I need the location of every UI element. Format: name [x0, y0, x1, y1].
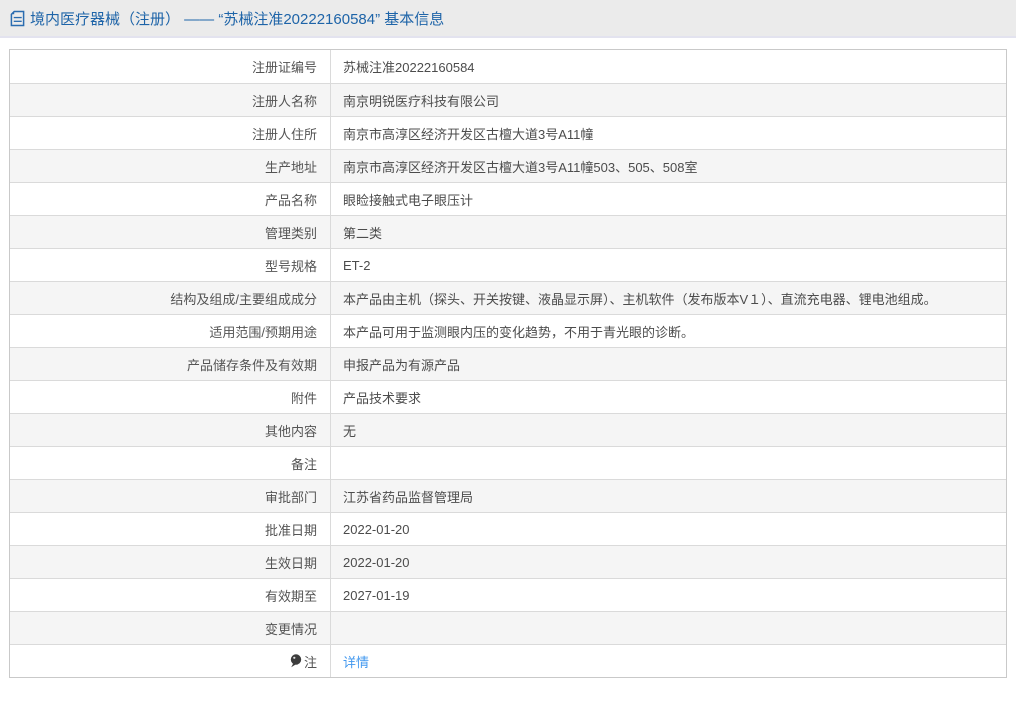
row-label: 审批部门: [10, 480, 331, 512]
row-label: 生效日期: [10, 546, 331, 578]
table-row: 有效期至 2027-01-19: [10, 578, 1006, 611]
row-value: 无: [343, 423, 357, 439]
row-label: 批准日期: [10, 513, 331, 545]
row-label: 注册证编号: [10, 50, 331, 83]
row-label: 注册人住所: [10, 117, 331, 149]
table-row: 生效日期 2022-01-20: [10, 545, 1006, 578]
note-icon: [290, 654, 302, 668]
row-value: 苏械注准20222160584: [343, 60, 475, 75]
table-row: 变更情况: [10, 611, 1006, 644]
row-value: [331, 447, 1006, 479]
table-row: 产品储存条件及有效期 申报产品为有源产品: [10, 347, 1006, 380]
row-value: 南京市高淳区经济开发区古檀大道3号A11幢503、505、508室: [343, 159, 698, 175]
row-label: 注: [10, 645, 331, 677]
table-row: 管理类别 第二类: [10, 215, 1006, 248]
table-row: 生产地址 南京市高淳区经济开发区古檀大道3号A11幢503、505、508室: [10, 149, 1006, 182]
row-value: 详情: [331, 645, 1006, 677]
table-row: 注册人名称 南京明锐医疗科技有限公司: [10, 83, 1006, 116]
row-label: 产品名称: [10, 183, 331, 215]
row-value: 眼睑接触式电子眼压计: [343, 192, 474, 208]
document-icon: [10, 10, 25, 26]
row-value: 南京市高淳区经济开发区古檀大道3号A11幢: [343, 126, 594, 142]
row-value: 本产品由主机（探头、开关按键、液晶显示屏）、主机软件（发布版本V１）、直流充电器…: [343, 291, 937, 307]
row-label: 变更情况: [10, 612, 331, 644]
row-value: 南京明锐医疗科技有限公司: [343, 93, 500, 109]
row-value: 第二类: [343, 225, 383, 241]
table-row: 适用范围/预期用途 本产品可用于监测眼内压的变化趋势，不用于青光眼的诊断。: [10, 314, 1006, 347]
row-label: 结构及组成/主要组成成分: [10, 282, 331, 314]
page-title: 境内医疗器械（注册） —— “苏械注准20222160584” 基本信息: [30, 10, 445, 28]
page: 境内医疗器械（注册） —— “苏械注准20222160584” 基本信息 注册证…: [0, 0, 1016, 707]
table-row: 结构及组成/主要组成成分 本产品由主机（探头、开关按键、液晶显示屏）、主机软件（…: [10, 281, 1006, 314]
table-row: 审批部门 江苏省药品监督管理局: [10, 479, 1006, 512]
table-row-note: 注 详情: [10, 644, 1006, 677]
row-value: 江苏省药品监督管理局: [343, 489, 474, 505]
row-value: ET-2: [343, 257, 371, 273]
info-table: 注册证编号 苏械注准20222160584 注册人名称 南京明锐医疗科技有限公司…: [9, 49, 1007, 678]
table-row: 产品名称 眼睑接触式电子眼压计: [10, 182, 1006, 215]
row-label: 其他内容: [10, 414, 331, 446]
row-label: 生产地址: [10, 150, 331, 182]
table-row: 其他内容 无: [10, 413, 1006, 446]
row-label: 有效期至: [10, 579, 331, 611]
table-row: 注册证编号 苏械注准20222160584: [10, 50, 1006, 83]
row-value: [331, 612, 1006, 644]
row-label: 注册人名称: [10, 84, 331, 116]
table-row: 附件 产品技术要求: [10, 380, 1006, 413]
row-label-text: 注: [303, 654, 317, 670]
row-value: 2022-01-20: [343, 521, 410, 537]
row-label: 产品储存条件及有效期: [10, 348, 331, 380]
row-value: 申报产品为有源产品: [343, 357, 461, 373]
table-row: 注册人住所 南京市高淳区经济开发区古檀大道3号A11幢: [10, 116, 1006, 149]
row-value: 本产品可用于监测眼内压的变化趋势，不用于青光眼的诊断。: [343, 324, 695, 340]
detail-link[interactable]: 详情: [343, 652, 369, 671]
row-label: 型号规格: [10, 249, 331, 281]
row-value: 2022-01-20: [343, 554, 410, 570]
row-value: 2027-01-19: [343, 587, 410, 603]
table-row: 批准日期 2022-01-20: [10, 512, 1006, 545]
row-label: 备注: [10, 447, 331, 479]
row-label: 附件: [10, 381, 331, 413]
table-row: 型号规格 ET-2: [10, 248, 1006, 281]
row-label: 管理类别: [10, 216, 331, 248]
row-value: 产品技术要求: [343, 390, 422, 406]
table-row: 备注: [10, 446, 1006, 479]
row-label: 适用范围/预期用途: [10, 315, 331, 347]
page-header: 境内医疗器械（注册） —— “苏械注准20222160584” 基本信息: [0, 0, 1016, 38]
